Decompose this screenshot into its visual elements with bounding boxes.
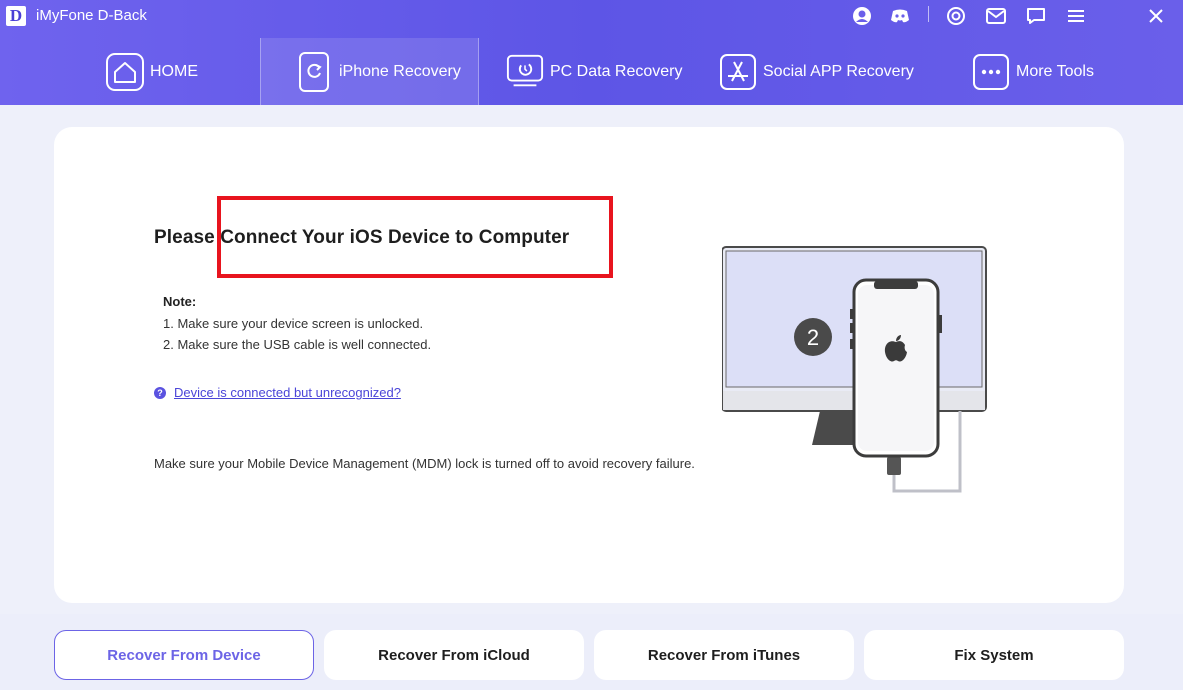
tab-recover-from-device[interactable]: Recover From Device — [54, 630, 314, 680]
nav-iphone-recovery[interactable]: iPhone Recovery — [260, 38, 479, 105]
nav-more-tools[interactable]: More Tools — [972, 38, 1094, 105]
nav-more-tools-label: More Tools — [1016, 62, 1094, 80]
nav-social-app-recovery-label: Social APP Recovery — [763, 62, 914, 80]
menu-icon[interactable] — [1065, 5, 1087, 27]
title-bar: D iMyFone D-Back — [0, 0, 1183, 32]
nav-home[interactable]: HOME — [106, 38, 198, 105]
titlebar-divider — [928, 6, 929, 22]
note-item: 2. Make sure the USB cable is well conne… — [163, 337, 432, 352]
nav-iphone-recovery-label: iPhone Recovery — [339, 62, 461, 80]
chat-icon[interactable] — [1025, 5, 1047, 27]
help-row: ? Device is connected but unrecognized? — [154, 385, 401, 400]
mdm-warning-text: Make sure your Mobile Device Management … — [154, 456, 695, 471]
recovery-mode-tabs: Recover From Device Recover From iCloud … — [0, 614, 1183, 690]
pc-restore-icon — [506, 53, 544, 91]
nav-social-app-recovery[interactable]: Social APP Recovery — [719, 38, 914, 105]
nav-pc-data-recovery-label: PC Data Recovery — [550, 62, 683, 80]
device-connect-illustration: 2 — [721, 245, 992, 500]
highlight-annotation-box — [217, 196, 613, 278]
tab-fix-system[interactable]: Fix System — [864, 630, 1124, 680]
tab-recover-from-icloud[interactable]: Recover From iCloud — [324, 630, 584, 680]
step-number: 2 — [807, 325, 819, 350]
note-title: Note: — [163, 294, 197, 309]
question-icon: ? — [154, 386, 166, 399]
note-item: 1. Make sure your device screen is unloc… — [163, 316, 424, 331]
app-store-icon — [719, 53, 757, 91]
more-dots-icon — [972, 53, 1010, 91]
main-nav: HOME iPhone Recovery PC Data Recovery So… — [0, 38, 1183, 105]
device-unrecognized-link[interactable]: Device is connected but unrecognized? — [174, 385, 401, 400]
app-logo: D — [6, 6, 26, 26]
connect-device-panel: Please Connect Your iOS Device to Comput… — [54, 127, 1124, 603]
home-icon — [106, 52, 144, 91]
mail-icon[interactable] — [985, 5, 1007, 27]
account-icon[interactable] — [851, 5, 873, 27]
nav-home-label: HOME — [150, 62, 198, 80]
settings-target-icon[interactable] — [945, 5, 967, 27]
close-icon[interactable] — [1145, 5, 1167, 27]
iphone-refresh-icon — [295, 51, 333, 92]
app-title: iMyFone D-Back — [36, 7, 147, 24]
nav-pc-data-recovery[interactable]: PC Data Recovery — [506, 38, 683, 105]
app-header: D iMyFone D-Back HOME iPhone Recovery PC… — [0, 0, 1183, 105]
discord-icon[interactable] — [889, 5, 911, 27]
tab-recover-from-itunes[interactable]: Recover From iTunes — [594, 630, 854, 680]
